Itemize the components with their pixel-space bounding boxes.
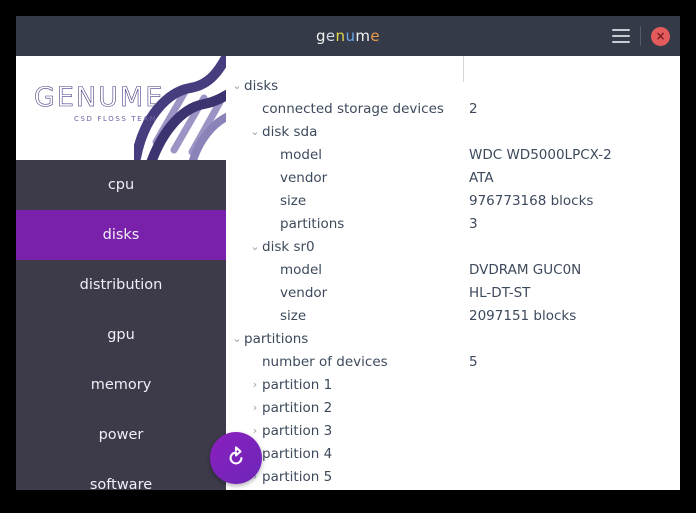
chevron-down-icon[interactable]: ⌄ — [248, 240, 262, 253]
tree-row-key: size — [280, 307, 307, 324]
tree-row-value: WDC WD5000LPCX-2 — [469, 146, 612, 163]
hamburger-line — [612, 29, 630, 31]
window-controls: × — [612, 16, 670, 56]
tree-row: vendor ATA — [226, 166, 680, 189]
title-letter: e — [325, 27, 336, 45]
tree-row-key: disk sr0 — [262, 238, 315, 255]
title-letter: n — [335, 27, 346, 45]
tree-row-key: model — [280, 146, 323, 163]
refresh-button[interactable] — [210, 432, 262, 484]
sidebar-item-software[interactable]: software — [16, 460, 226, 490]
title-letter: g — [315, 27, 326, 45]
tree-row-key: partitions — [244, 330, 309, 347]
tree-row[interactable]: › partition 1 — [226, 373, 680, 396]
chevron-right-icon[interactable]: › — [248, 424, 262, 437]
tree-row-value: 3 — [469, 215, 478, 232]
sidebar-item-label: gpu — [107, 327, 135, 343]
tree-row[interactable]: ⌄ disks — [226, 74, 680, 97]
sidebar-item-label: power — [98, 427, 144, 443]
tree-row-value: ATA — [469, 169, 494, 186]
tree-row-key: number of devices — [262, 353, 388, 370]
window-title: genume — [316, 27, 380, 45]
tree-row: model DVDRAM GUC0N — [226, 258, 680, 281]
tree-row: number of devices 5 — [226, 350, 680, 373]
tree-row-value: 976773168 blocks — [469, 192, 594, 209]
tree-row-key: partition 5 — [262, 468, 333, 485]
sidebar-nav: cpu disks distribution gpu memory power softwa… — [16, 160, 226, 490]
chevron-down-icon[interactable]: ⌄ — [230, 79, 244, 92]
tree-row: partitions 3 — [226, 212, 680, 235]
hamburger-line — [612, 41, 630, 43]
tree-row[interactable]: ⌄ partitions — [226, 327, 680, 350]
property-tree: ⌄ disks connected storage devices 2 ⌄ disk sd… — [226, 74, 680, 488]
sidebar-item-label: distribution — [79, 277, 163, 293]
tree-row-value: HL-DT-ST — [469, 284, 531, 301]
tree-row-key: connected storage devices — [262, 100, 444, 117]
sidebar-item-memory[interactable]: memory — [16, 360, 226, 410]
tree-row: size 976773168 blocks — [226, 189, 680, 212]
sidebar-item-label: memory — [90, 377, 152, 393]
chevron-right-icon[interactable]: › — [248, 401, 262, 414]
tree-row: connected storage devices 2 — [226, 97, 680, 120]
tree-row-key: partition 1 — [262, 376, 333, 393]
application-window: genume × GENUME CSD FLOSS TEAM cpu disks… — [16, 16, 680, 490]
tree-row-key: vendor — [280, 169, 328, 186]
tree-row[interactable]: ›partition 4 — [226, 442, 680, 465]
tree-row[interactable]: ⌄ disk sda — [226, 120, 680, 143]
toolbar-divider — [640, 26, 641, 46]
tree-row-key: disks — [244, 77, 279, 94]
tree-row[interactable]: › partition 3 — [226, 419, 680, 442]
sidebar-item-label: disks — [102, 227, 140, 243]
tree-row-key: partitions — [280, 215, 345, 232]
logo-wordmark: GENUME — [34, 82, 165, 114]
sidebar-item-power[interactable]: power — [16, 410, 226, 460]
refresh-icon — [229, 446, 243, 465]
sidebar: GENUME CSD FLOSS TEAM cpu disks distributi… — [16, 56, 226, 490]
chevron-down-icon[interactable]: ⌄ — [248, 125, 262, 138]
tree-row[interactable]: ⌄ disk sr0 — [226, 235, 680, 258]
tree-row: size 2097151 blocks — [226, 304, 680, 327]
sidebar-item-label: cpu — [107, 177, 135, 193]
details-panel: ⌄ disks connected storage devices 2 ⌄ disk sd… — [226, 56, 680, 490]
sidebar-item-gpu[interactable]: gpu — [16, 310, 226, 360]
chevron-right-icon[interactable]: › — [248, 378, 262, 391]
chevron-down-icon[interactable]: ⌄ — [230, 332, 244, 345]
title-bar: genume × — [16, 16, 680, 56]
tree-row-value: 2097151 blocks — [469, 307, 577, 324]
close-icon[interactable]: × — [651, 26, 670, 46]
tree-row-key: vendor — [280, 284, 328, 301]
tree-row-key: disk sda — [262, 123, 318, 140]
logo-subtitle: CSD FLOSS TEAM — [74, 115, 158, 123]
sidebar-item-disks[interactable]: disks — [16, 210, 226, 260]
tree-row-value: DVDRAM GUC0N — [469, 261, 582, 278]
hamburger-menu-icon[interactable] — [612, 29, 630, 43]
tree-row-value: 5 — [469, 353, 478, 370]
tree-row-key: size — [280, 192, 307, 209]
sidebar-item-label: software — [89, 477, 153, 490]
tree-row-value: 2 — [469, 100, 478, 117]
tree-row[interactable]: › partition 2 — [226, 396, 680, 419]
window-body: GENUME CSD FLOSS TEAM cpu disks distributi… — [16, 56, 680, 490]
logo: GENUME CSD FLOSS TEAM — [34, 82, 164, 123]
brand-header: GENUME CSD FLOSS TEAM — [16, 56, 226, 176]
title-letter: m — [355, 27, 371, 45]
tree-row: vendor HL-DT-ST — [226, 281, 680, 304]
tree-row-key: partition 4 — [262, 445, 333, 462]
sidebar-item-cpu[interactable]: cpu — [16, 160, 226, 210]
title-letter: u — [345, 27, 356, 45]
tree-row-key: partition 2 — [262, 399, 333, 416]
tree-row-key: model — [280, 261, 323, 278]
tree-row-key: partition 3 — [262, 422, 333, 439]
hamburger-line — [612, 35, 630, 37]
tree-row: model WDC WD5000LPCX-2 — [226, 143, 680, 166]
title-letter: e — [370, 27, 381, 45]
tree-row[interactable]: › partition 5 — [226, 465, 680, 488]
sidebar-item-distribution[interactable]: distribution — [16, 260, 226, 310]
